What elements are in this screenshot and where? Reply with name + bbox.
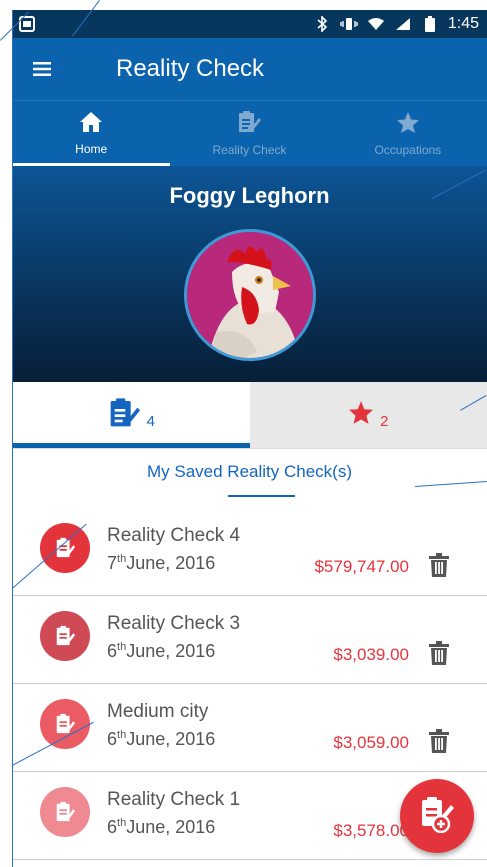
battery-icon [421, 16, 439, 32]
saved-check-date: 6thJune, 2016 [107, 729, 215, 750]
tab-home-label: Home [75, 142, 108, 156]
saved-count: 4 [146, 412, 155, 430]
section-divider [228, 495, 295, 497]
trash-icon[interactable] [429, 641, 449, 665]
tab-occupations-label: Occupations [374, 142, 442, 157]
vibrate-icon [340, 16, 358, 32]
profile-header: Foggy Leghorn [12, 166, 487, 382]
tab-bar: Home Reality Check Occupations [12, 100, 487, 166]
segment-active-indicator [12, 443, 250, 448]
app-title: Reality Check [116, 55, 265, 82]
date-day: 6 [107, 817, 118, 837]
app-bar: Reality Check [12, 38, 487, 100]
star-icon [396, 111, 420, 139]
date-day: 7 [107, 553, 118, 573]
date-rest: June, 2016 [126, 641, 216, 661]
trash-icon[interactable] [429, 553, 449, 577]
date-rest: June, 2016 [126, 553, 216, 573]
reality-check-icon [40, 611, 90, 661]
bluetooth-icon [313, 16, 331, 32]
saved-check-row[interactable]: Reality Check 4 7thJune, 2016 $579,747.0… [12, 508, 487, 596]
saved-check-name: Reality Check 4 [107, 525, 241, 546]
home-icon [79, 111, 103, 138]
date-day: 6 [107, 641, 118, 661]
hamburger-menu-icon[interactable] [12, 38, 72, 100]
status-bar: 1:45 [12, 10, 487, 38]
saved-check-name: Medium city [107, 701, 209, 722]
date-suffix: th [117, 817, 127, 829]
status-time: 1:45 [447, 15, 479, 32]
tab-occupations[interactable]: Occupations [329, 101, 487, 166]
annotation-line [12, 10, 13, 867]
wifi-icon [367, 16, 385, 32]
tab-home[interactable]: Home [12, 101, 171, 166]
profile-name: Foggy Leghorn [169, 183, 330, 208]
saved-favorites-toggle: 4 2 [12, 382, 487, 449]
add-reality-check-button[interactable] [400, 779, 474, 853]
saved-check-date: 7thJune, 2016 [107, 553, 215, 574]
saved-check-name: Reality Check 1 [107, 789, 241, 810]
saved-check-name: Reality Check 3 [107, 613, 241, 634]
favorites-segment[interactable]: 2 [249, 382, 487, 449]
trash-icon[interactable] [429, 729, 449, 753]
saved-check-amount: $3,039.00 [333, 645, 409, 664]
saved-checks-segment[interactable]: 4 [12, 382, 250, 449]
section-title: My Saved Reality Check(s) [146, 462, 352, 481]
avatar[interactable] [183, 229, 316, 361]
saved-check-amount: $3,059.00 [333, 733, 409, 752]
reality-check-icon [40, 523, 90, 573]
saved-check-date: 6thJune, 2016 [107, 817, 215, 838]
star-icon [348, 400, 374, 430]
reality-check-icon [40, 787, 90, 837]
date-suffix: th [117, 641, 127, 653]
date-rest: June, 2016 [126, 817, 216, 837]
tab-reality-check[interactable]: Reality Check [170, 101, 328, 166]
saved-check-date: 6thJune, 2016 [107, 641, 215, 662]
tab-reality-check-label: Reality Check [212, 143, 287, 157]
saved-check-amount: $3,578.00 [333, 821, 409, 840]
saved-check-amount: $579,747.00 [314, 557, 409, 576]
date-day: 6 [107, 729, 118, 749]
clipboard-edit-icon [237, 110, 262, 139]
favorites-count: 2 [380, 412, 389, 430]
date-rest: June, 2016 [126, 729, 216, 749]
signal-icon [394, 16, 412, 32]
saved-check-row[interactable]: Reality Check 3 6thJune, 2016 $3,039.00 [12, 596, 487, 684]
clipboard-edit-icon [107, 397, 141, 434]
date-suffix: th [117, 729, 127, 741]
date-suffix: th [117, 553, 127, 565]
add-clipboard-icon [419, 795, 455, 838]
reality-check-icon [40, 699, 90, 749]
